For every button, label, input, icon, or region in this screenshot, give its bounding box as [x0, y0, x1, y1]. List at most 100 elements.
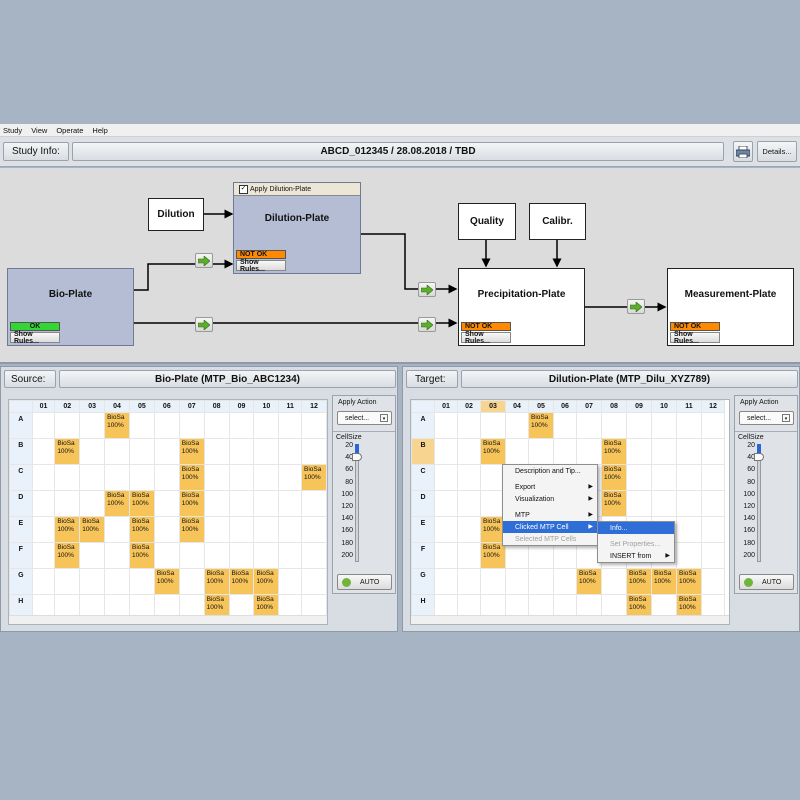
transfer-to-precipitation-button[interactable] [418, 317, 436, 332]
source-well-E02[interactable]: BioSa 100% [54, 516, 81, 543]
source-well-A10[interactable] [253, 412, 280, 439]
target-well-C09[interactable] [626, 464, 652, 491]
source-well-G05[interactable] [128, 568, 155, 595]
target-well-C11[interactable] [676, 464, 702, 491]
column-header[interactable]: 03 [480, 400, 506, 413]
column-header[interactable]: 01 [31, 400, 56, 413]
transfer-bio-to-dilution-button[interactable] [195, 253, 213, 268]
source-well-B11[interactable] [278, 438, 302, 465]
details-button[interactable]: Details... [757, 141, 797, 162]
source-well-E06[interactable] [153, 516, 180, 543]
source-well-C03[interactable] [79, 464, 106, 491]
source-well-E10[interactable] [253, 516, 280, 543]
source-well-A07[interactable] [178, 412, 205, 439]
target-well-B03[interactable]: BioSa 100% [480, 438, 506, 465]
source-well-G04[interactable] [104, 568, 130, 595]
bio-plate-show-rules-button[interactable]: Show Rules... [10, 331, 60, 345]
column-header[interactable]: 06 [153, 400, 180, 413]
target-well-F05[interactable] [528, 542, 554, 569]
row-header[interactable]: D [9, 490, 33, 517]
source-well-B10[interactable] [253, 438, 280, 465]
target-well-G11[interactable]: BioSa 100% [676, 568, 702, 595]
target-well-B07[interactable] [576, 438, 602, 465]
target-well-F04[interactable] [505, 542, 529, 569]
source-well-A12[interactable] [301, 412, 327, 439]
target-well-A03[interactable] [480, 412, 506, 439]
target-well-G08[interactable] [601, 568, 627, 595]
source-well-C09[interactable] [228, 464, 255, 491]
target-well-C01[interactable] [434, 464, 458, 491]
precipitation-show-rules-button[interactable]: Show Rules... [461, 331, 511, 345]
target-well-B09[interactable] [626, 438, 652, 465]
target-well-A02[interactable] [457, 412, 481, 439]
source-well-C05[interactable] [128, 464, 155, 491]
transfer-dilution-to-precipitation-button[interactable] [418, 282, 436, 297]
source-well-C01[interactable] [31, 464, 56, 491]
target-well-E02[interactable] [457, 516, 481, 543]
dropdown-icon[interactable]: ▾ [380, 414, 388, 422]
source-well-D10[interactable] [253, 490, 280, 517]
menu-item-mtp[interactable]: MTP ▶ [503, 509, 597, 521]
source-well-D01[interactable] [31, 490, 56, 517]
menu-item-description-and-tip[interactable]: Description and Tip... [503, 465, 597, 477]
print-button[interactable] [733, 141, 753, 162]
target-well-D11[interactable] [676, 490, 702, 517]
target-well-B02[interactable] [457, 438, 481, 465]
source-well-C12[interactable]: BioSa 100% [301, 464, 327, 491]
source-well-B03[interactable] [79, 438, 106, 465]
source-horizontal-scrollbar[interactable] [9, 615, 327, 624]
target-well-F12[interactable] [701, 542, 725, 569]
source-well-C10[interactable] [253, 464, 280, 491]
source-well-G02[interactable] [54, 568, 81, 595]
column-header[interactable]: 03 [79, 400, 106, 413]
target-cellsize-slider-thumb[interactable] [754, 453, 764, 461]
source-cellsize-slider-thumb[interactable] [352, 453, 362, 461]
row-header[interactable]: B [411, 438, 435, 465]
source-well-E11[interactable] [278, 516, 302, 543]
source-well-C07[interactable]: BioSa 100% [178, 464, 205, 491]
source-well-G10[interactable]: BioSa 100% [253, 568, 280, 595]
column-header[interactable]: 04 [505, 400, 529, 413]
target-well-A12[interactable] [701, 412, 725, 439]
target-well-E12[interactable] [701, 516, 725, 543]
column-header[interactable]: 01 [434, 400, 458, 413]
measurement-show-rules-button[interactable]: Show Rules... [670, 331, 720, 345]
target-well-D01[interactable] [434, 490, 458, 517]
column-header[interactable]: 07 [576, 400, 602, 413]
source-well-C04[interactable] [104, 464, 130, 491]
target-well-C12[interactable] [701, 464, 725, 491]
bio-plate-node[interactable]: Bio-Plate OK Show Rules... [7, 268, 134, 346]
target-well-D12[interactable] [701, 490, 725, 517]
target-horizontal-scrollbar[interactable] [411, 615, 729, 624]
apply-dilution-checkbox-row[interactable]: ✓ Apply Dilution-Plate [234, 183, 360, 196]
target-well-B08[interactable]: BioSa 100% [601, 438, 627, 465]
column-header[interactable]: 11 [278, 400, 302, 413]
row-header[interactable]: A [9, 412, 33, 439]
target-well-G12[interactable] [701, 568, 725, 595]
target-well-B10[interactable] [651, 438, 677, 465]
target-well-G10[interactable]: BioSa 100% [651, 568, 677, 595]
target-well-A05[interactable]: BioSa 100% [528, 412, 554, 439]
source-well-F08[interactable] [203, 542, 230, 569]
source-well-C11[interactable] [278, 464, 302, 491]
column-header[interactable]: 06 [553, 400, 577, 413]
row-header[interactable]: A [411, 412, 435, 439]
source-well-F01[interactable] [31, 542, 56, 569]
row-header[interactable]: F [411, 542, 435, 569]
source-well-F10[interactable] [253, 542, 280, 569]
source-well-D12[interactable] [301, 490, 327, 517]
target-well-A07[interactable] [576, 412, 602, 439]
transfer-bio-to-precipitation-button[interactable] [195, 317, 213, 332]
target-well-A01[interactable] [434, 412, 458, 439]
source-well-A06[interactable] [153, 412, 180, 439]
target-well-A04[interactable] [505, 412, 529, 439]
source-well-A04[interactable]: BioSa 100% [104, 412, 130, 439]
target-well-F01[interactable] [434, 542, 458, 569]
source-well-G08[interactable]: BioSa 100% [203, 568, 230, 595]
target-well-A08[interactable] [601, 412, 627, 439]
source-well-D11[interactable] [278, 490, 302, 517]
source-well-F06[interactable] [153, 542, 180, 569]
source-well-G12[interactable] [301, 568, 327, 595]
target-well-G07[interactable]: BioSa 100% [576, 568, 602, 595]
source-well-C08[interactable] [203, 464, 230, 491]
